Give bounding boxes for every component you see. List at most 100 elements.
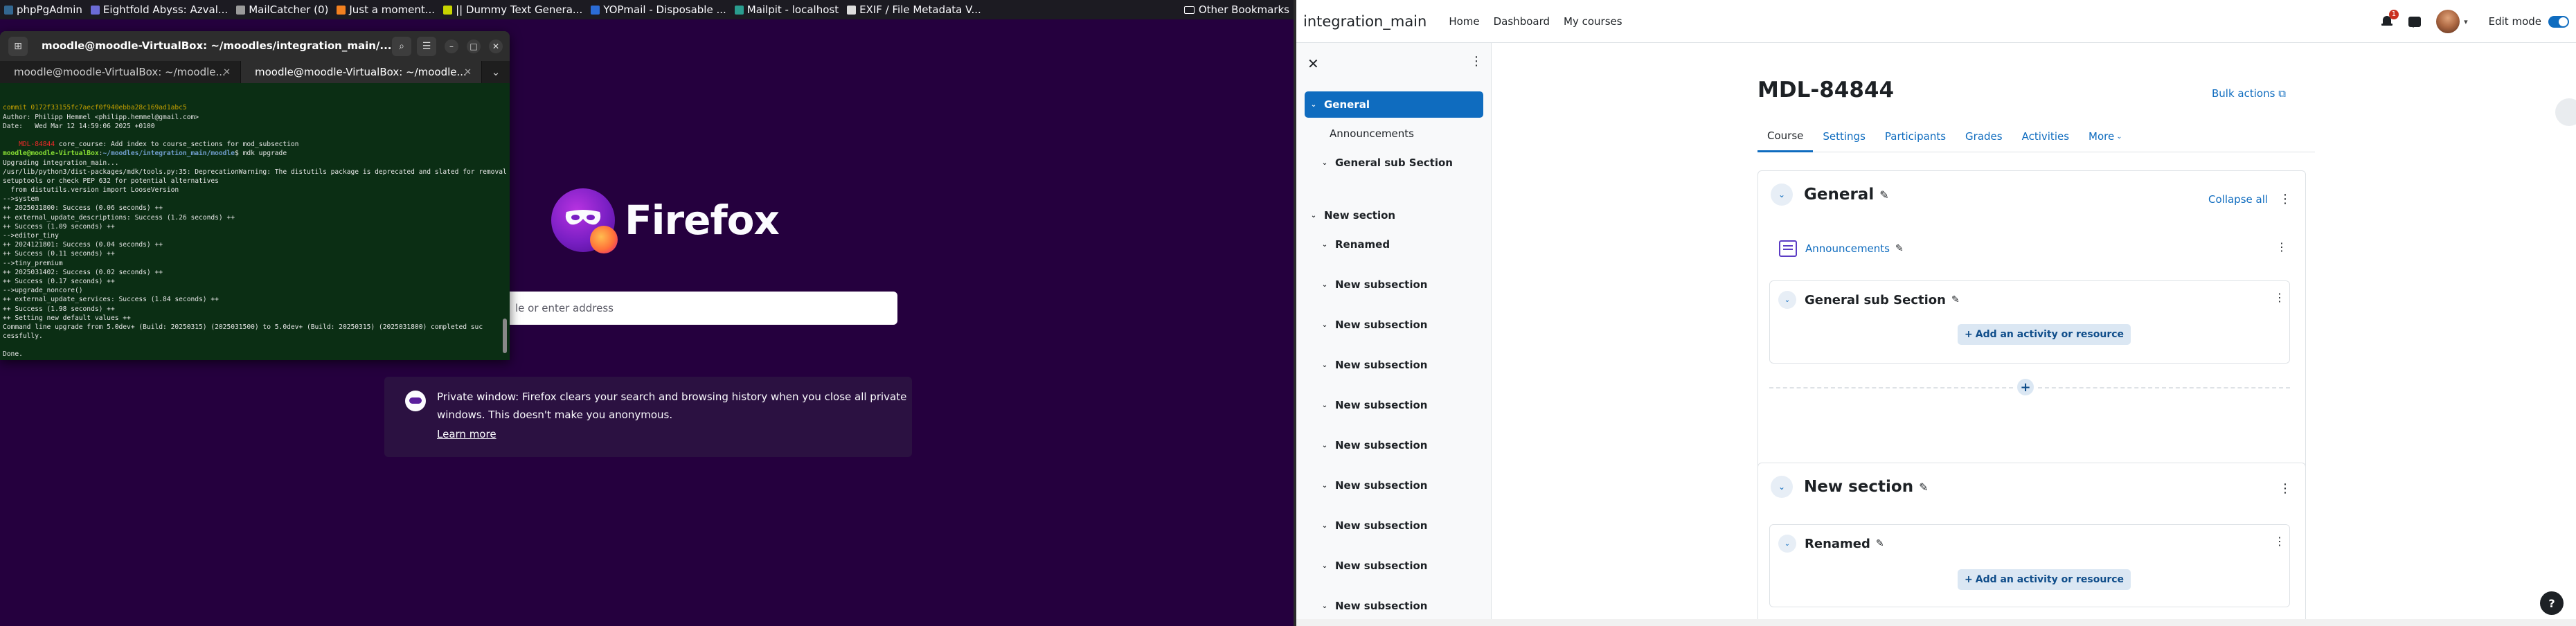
drawer-item[interactable]: ⌄ New subsection <box>1305 512 1483 539</box>
chat-icon[interactable] <box>2408 16 2422 28</box>
search-input[interactable]: le or enter address <box>506 292 897 325</box>
collapse-all-link[interactable]: Collapse all <box>2208 193 2268 206</box>
tab-activities[interactable]: Activities <box>2012 120 2079 152</box>
chevron-down-icon[interactable]: ⌄ <box>1318 402 1331 409</box>
horizontal-scrollbar[interactable] <box>1296 619 2576 626</box>
drawer-item[interactable]: ⌄ New subsection <box>1305 472 1483 499</box>
close-tab-icon[interactable]: ✕ <box>223 67 231 78</box>
drawer-item[interactable]: ⌄ New subsection <box>1305 432 1483 458</box>
maximize-icon[interactable]: □ <box>467 39 481 53</box>
tab-course[interactable]: Course <box>1757 120 1814 152</box>
kebab-menu-icon[interactable]: ⋮ <box>2276 240 2287 253</box>
terminal-scrollbar[interactable] <box>503 319 507 353</box>
chevron-down-icon[interactable]: ⌄ <box>1318 482 1331 490</box>
bookmark-item[interactable]: YOPmail - Disposable ... <box>591 3 726 16</box>
bookmark-item[interactable]: phpPgAdmin <box>4 3 82 16</box>
chevron-down-icon[interactable]: ⌄ <box>1318 241 1331 249</box>
nav-home[interactable]: Home <box>1449 15 1479 28</box>
bulk-actions-button[interactable]: Bulk actions ⧉ <box>2212 87 2286 100</box>
close-icon[interactable]: ✕ <box>1307 55 1319 72</box>
chevron-down-icon[interactable]: ⌄ <box>1307 212 1320 220</box>
subsection-title: Renamed <box>1805 536 1870 551</box>
drawer-item[interactable]: ⌄ New subsection <box>1305 312 1483 338</box>
drawer-item-label: Renamed <box>1335 238 1390 251</box>
bookmark-item[interactable]: MailCatcher (0) <box>236 3 328 16</box>
chevron-down-icon[interactable]: ▾ <box>2464 17 2468 26</box>
avatar[interactable] <box>2436 10 2460 33</box>
tab-grades[interactable]: Grades <box>1956 120 2012 152</box>
bookmark-item[interactable]: Just a moment... <box>337 3 435 16</box>
chevron-down-icon[interactable]: ⌄ <box>1318 361 1331 369</box>
close-tab-icon[interactable]: ✕ <box>464 67 472 78</box>
kebab-menu-icon[interactable]: ⋮ <box>1470 54 1483 69</box>
terminal-tab-2[interactable]: moodle@moodle-VirtualBox: ~/moodle... ✕ <box>241 61 482 83</box>
other-bookmarks[interactable]: Other Bookmarks <box>1183 3 1289 16</box>
drawer-item[interactable]: Announcements <box>1305 120 1483 147</box>
add-section-plus-icon[interactable]: + <box>2017 379 2034 395</box>
chevron-down-icon[interactable]: ⌄ <box>1318 159 1331 167</box>
terminal-window[interactable]: ⊞ moodle@moodle-VirtualBox: ~/moodles/in… <box>0 31 510 360</box>
terminal-tab-1[interactable]: moodle@moodle-VirtualBox: ~/moodle... ✕ <box>0 61 241 83</box>
kebab-menu-icon[interactable]: ⋮ <box>2279 481 2291 496</box>
nav-dashboard[interactable]: Dashboard <box>1494 15 1550 28</box>
drawer-item[interactable]: ⌄ New subsection <box>1305 392 1483 418</box>
tab-settings[interactable]: Settings <box>1813 120 1875 152</box>
pencil-icon[interactable]: ✎ <box>1895 243 1904 254</box>
bell-icon[interactable]: 1 <box>2381 10 2399 28</box>
chevron-down-icon[interactable]: ⌄ <box>1318 562 1331 570</box>
chevron-down-icon[interactable]: ⌄ <box>1318 442 1331 449</box>
kebab-menu-icon[interactable]: ⋮ <box>2274 535 2285 548</box>
help-button[interactable]: ? <box>2540 591 2564 615</box>
drawer-item[interactable]: ⌄ New section <box>1305 202 1483 229</box>
add-activity-button[interactable]: + Add an activity or resource <box>1958 324 2131 345</box>
tab-participants[interactable]: Participants <box>1875 120 1956 152</box>
bookmark-item[interactable]: || Dummy Text Genera... <box>443 3 582 16</box>
drawer-item[interactable]: ⌄ General <box>1305 91 1483 118</box>
site-name[interactable]: integration_main <box>1303 13 1426 30</box>
terminal-line: Author: Philipp Hemmel <philipp.hemmel@g… <box>3 113 199 121</box>
bookmark-item[interactable]: Mailpit - localhost <box>734 3 839 16</box>
collapse-chevron-icon[interactable]: ⌄ <box>1771 476 1793 498</box>
terminal-titlebar[interactable]: ⊞ moodle@moodle-VirtualBox: ~/moodles/in… <box>0 31 510 61</box>
kebab-menu-icon[interactable]: ⋮ <box>2279 192 2291 206</box>
drawer-item[interactable]: ⌄ New subsection <box>1305 271 1483 298</box>
firefox-private-window: phpPgAdmin Eightfold Abyss: Azval... MailC… <box>0 0 1294 626</box>
drawer-item[interactable]: ⌄ New subsection <box>1305 352 1483 378</box>
drawer-item[interactable]: ⌄ New subsection <box>1305 553 1483 579</box>
bookmark-item[interactable]: EXIF / File Metadata V... <box>847 3 981 16</box>
collapse-chevron-icon[interactable]: ⌄ <box>1778 291 1796 309</box>
drawer-item-label: New subsection <box>1335 278 1428 291</box>
collapse-chevron-icon[interactable]: ⌄ <box>1778 535 1796 553</box>
tab-more[interactable]: More ⌄ <box>2079 120 2132 152</box>
kebab-menu-icon[interactable]: ⋮ <box>2274 291 2285 304</box>
chevron-down-icon[interactable]: ⌄ <box>482 61 510 83</box>
pencil-icon[interactable]: ✎ <box>1876 538 1884 549</box>
drawer-item[interactable]: ⌄ Renamed <box>1305 231 1483 258</box>
chevron-down-icon[interactable]: ⌄ <box>1318 522 1331 530</box>
edit-mode-toggle[interactable] <box>2548 15 2569 28</box>
search-icon[interactable]: ⌕ <box>392 36 411 56</box>
nav-my-courses[interactable]: My courses <box>1564 15 1622 28</box>
block-drawer-toggle[interactable] <box>2555 98 2576 126</box>
drawer-item[interactable]: ⌄ General sub Section <box>1305 150 1483 176</box>
pencil-icon[interactable]: ✎ <box>1919 481 1928 494</box>
activity-announcements[interactable]: Announcements ✎ <box>1779 240 1904 257</box>
chevron-down-icon[interactable]: ⌄ <box>1318 321 1331 329</box>
bulk-actions-label: Bulk actions <box>2212 87 2275 100</box>
bookmark-label: phpPgAdmin <box>17 3 82 16</box>
new-tab-icon[interactable]: ⊞ <box>8 36 28 56</box>
menu-icon[interactable]: ☰ <box>417 36 436 56</box>
close-icon[interactable]: ✕ <box>489 39 503 53</box>
pencil-icon[interactable]: ✎ <box>1951 294 1960 305</box>
chevron-down-icon[interactable]: ⌄ <box>1318 281 1331 289</box>
terminal-output[interactable]: commit 0172f33155fc7aecf0f940ebba28c169a… <box>0 83 510 360</box>
chevron-down-icon[interactable]: ⌄ <box>1307 101 1320 109</box>
collapse-chevron-icon[interactable]: ⌄ <box>1771 184 1793 206</box>
minimize-icon[interactable]: – <box>445 39 458 53</box>
bookmark-item[interactable]: Eightfold Abyss: Azval... <box>90 3 228 16</box>
learn-more-link[interactable]: Learn more <box>437 428 497 440</box>
pencil-icon[interactable]: ✎ <box>1879 188 1888 202</box>
chevron-down-icon[interactable]: ⌄ <box>1318 602 1331 610</box>
add-activity-button[interactable]: + Add an activity or resource <box>1958 569 2131 590</box>
drawer-item[interactable]: ⌄ New subsection <box>1305 593 1483 619</box>
